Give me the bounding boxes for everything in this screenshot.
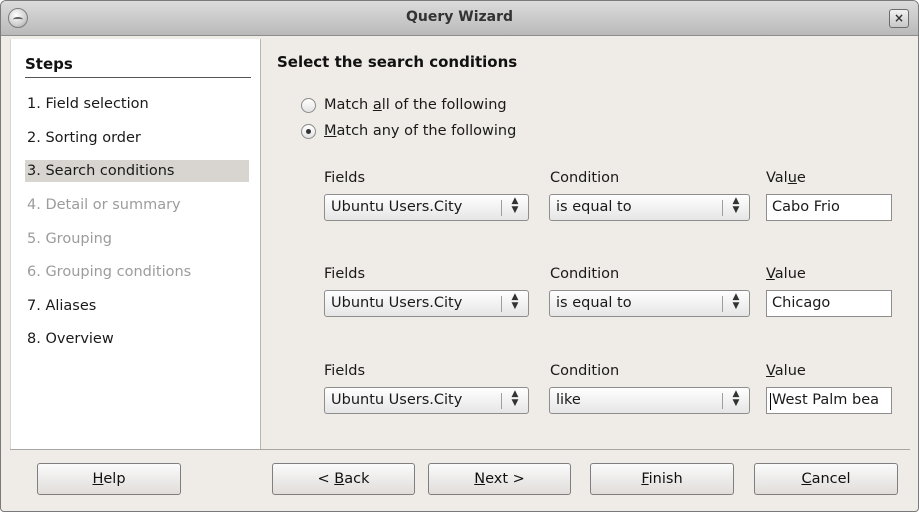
value-label: Value [766,266,806,282]
cancel-button[interactable]: Cancel [754,463,898,495]
condition-label: Condition [550,170,620,186]
value-label: Value [766,363,806,379]
value-input-1[interactable]: Cabo Frio [766,194,892,221]
condition-label: Condition [550,266,620,282]
button-bar-divider [10,449,910,450]
up-down-arrows-icon: ▲ ▼ [511,389,519,408]
fields-label: Fields [324,266,366,282]
value-label: Value [766,170,806,186]
value-input-2[interactable]: Chicago [766,290,892,317]
fields-label: Fields [324,170,366,186]
up-down-arrows-icon: ▲ ▼ [511,196,519,215]
up-down-arrows-icon: ▲ ▼ [511,292,519,311]
title-bar[interactable]: Query Wizard × [1,1,918,36]
condition-select-2[interactable]: is equal to ▲ ▼ [549,290,750,317]
condition-select-3[interactable]: like ▲ ▼ [549,387,750,414]
back-button[interactable]: < Back [272,463,415,495]
step-detail-or-summary: 4. Detail or summary [27,197,181,213]
step-overview[interactable]: 8. Overview [25,328,249,350]
step-sorting-order[interactable]: 2. Sorting order [25,127,249,149]
match-any-radio[interactable] [301,124,316,139]
steps-panel: Steps 1. Field selection 2. Sorting orde… [10,39,260,449]
step-grouping: 5. Grouping [27,231,113,247]
step-grouping-conditions: 6. Grouping conditions [27,264,192,280]
query-wizard-window: Query Wizard × Steps 1. Field selection … [0,0,919,512]
steps-heading: Steps [25,55,251,78]
match-all-label[interactable]: Match all of the following [324,95,507,115]
condition-label: Condition [550,363,620,379]
field-select-1[interactable]: Ubuntu Users.City ▲ ▼ [324,194,529,221]
match-any-label[interactable]: Match any of the following [324,121,516,141]
panel-divider [260,39,261,449]
fields-label: Fields [324,363,366,379]
field-select-2[interactable]: Ubuntu Users.City ▲ ▼ [324,290,529,317]
page-title: Select the search conditions [277,53,518,71]
up-down-arrows-icon: ▲ ▼ [732,196,740,215]
step-search-conditions[interactable]: 3. Search conditions [25,160,249,182]
field-select-3[interactable]: Ubuntu Users.City ▲ ▼ [324,387,529,414]
condition-select-1[interactable]: is equal to ▲ ▼ [549,194,750,221]
up-down-arrows-icon: ▲ ▼ [732,389,740,408]
up-down-arrows-icon: ▲ ▼ [732,292,740,311]
match-all-radio[interactable] [301,98,316,113]
window-title: Query Wizard [405,9,514,25]
finish-button[interactable]: Finish [590,463,734,495]
close-icon[interactable]: × [889,9,909,28]
text-caret [770,393,771,410]
help-button[interactable]: Help [37,463,181,495]
step-field-selection[interactable]: 1. Field selection [25,93,249,115]
value-input-3[interactable]: West Palm bea [766,387,892,414]
next-button[interactable]: Next > [428,463,571,495]
step-aliases[interactable]: 7. Aliases [25,295,249,317]
